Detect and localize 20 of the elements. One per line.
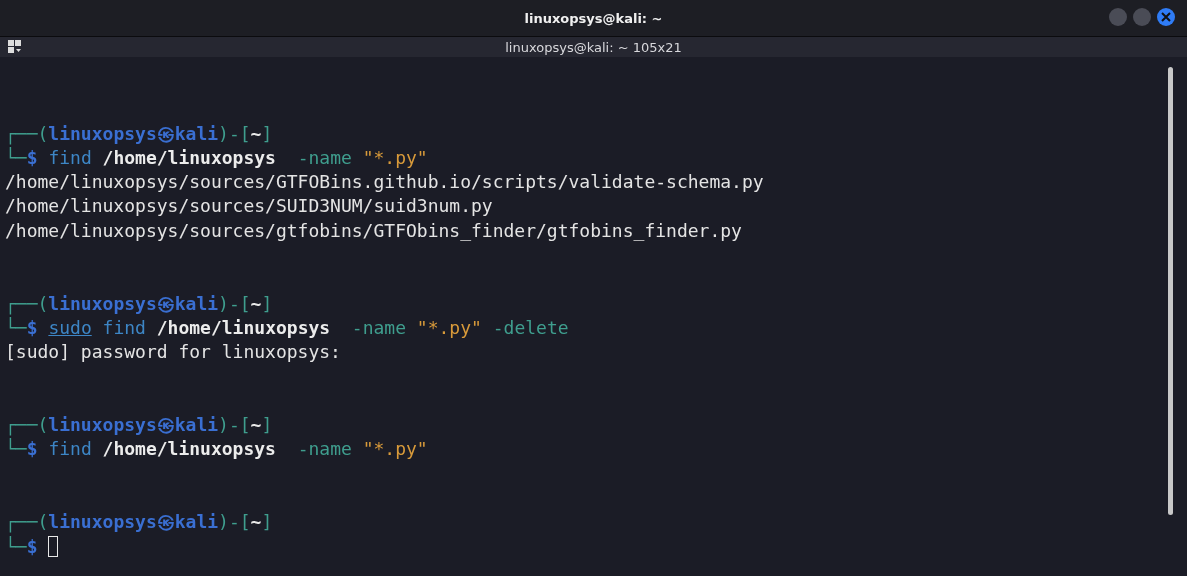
terminal-line: └─$ sudo find /home/linuxopsys -name "*.py" -delete (5, 315, 569, 340)
maximize-button[interactable] (1133, 8, 1151, 26)
terminal-line: [sudo] password for linuxopsys: (5, 340, 341, 365)
close-button[interactable] (1157, 8, 1175, 26)
terminal-line: ┌──(linuxopsys㉿kali)-[~] (5, 121, 273, 146)
tab-title: linuxopsys@kali: ~ 105x21 (505, 39, 682, 55)
terminal-line: └─$ find /home/linuxopsys -name "*.py" (5, 437, 428, 462)
terminal-line: /home/linuxopsys/sources/SUID3NUM/suid3num.py (5, 194, 493, 219)
close-icon (1161, 12, 1171, 22)
scrollbar[interactable] (1168, 67, 1173, 515)
menu-icon[interactable] (8, 40, 22, 54)
terminal-line: ┌──(linuxopsys㉿kali)-[~] (5, 510, 273, 535)
terminal-line: /home/linuxopsys/sources/GTFOBins.github.io/scripts/validate-schema.py (5, 170, 764, 195)
terminal-line: ┌──(linuxopsys㉿kali)-[~] (5, 413, 273, 438)
terminal-line: /home/linuxopsys/sources/gtfobins/GTFObins_finder/gtfobins_finder.py (5, 218, 742, 243)
terminal-line: ┌──(linuxopsys㉿kali)-[~] (5, 291, 273, 316)
terminal-line: └─$ find /home/linuxopsys -name "*.py" (5, 145, 428, 170)
minimize-button[interactable] (1109, 8, 1127, 26)
window-title: linuxopsys@kali: ~ (524, 10, 663, 26)
terminal-line: └─$ (5, 534, 39, 559)
